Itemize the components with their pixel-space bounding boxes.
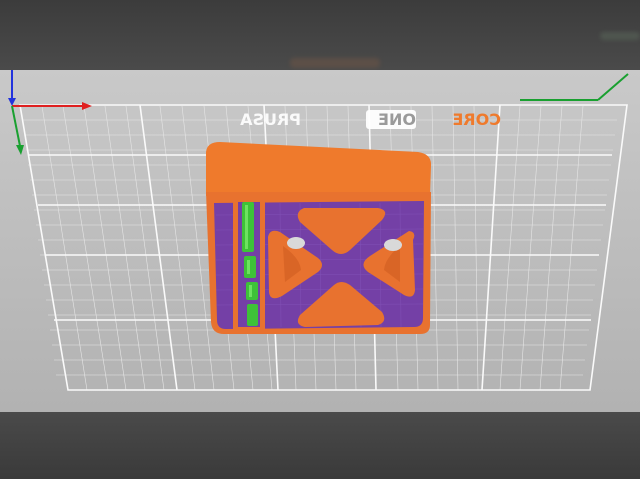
bed-logo-prusa: PRUSA bbox=[239, 110, 301, 129]
axis-x-arrow-icon bbox=[82, 102, 92, 110]
axis-gizmo-right bbox=[520, 73, 629, 101]
model-hole-right bbox=[384, 239, 402, 251]
axis-z-arrow-icon bbox=[8, 98, 16, 106]
build-plate-scene[interactable]: PRUSA CORE ONE bbox=[0, 0, 640, 479]
bed-logo-core: CORE bbox=[452, 110, 501, 129]
bed-logo-one: ONE bbox=[378, 110, 416, 129]
sliced-model[interactable] bbox=[206, 142, 432, 334]
bed-logo: PRUSA CORE ONE bbox=[239, 110, 501, 129]
axis-y-arrow-icon bbox=[16, 145, 24, 155]
model-hole-left bbox=[287, 237, 305, 249]
